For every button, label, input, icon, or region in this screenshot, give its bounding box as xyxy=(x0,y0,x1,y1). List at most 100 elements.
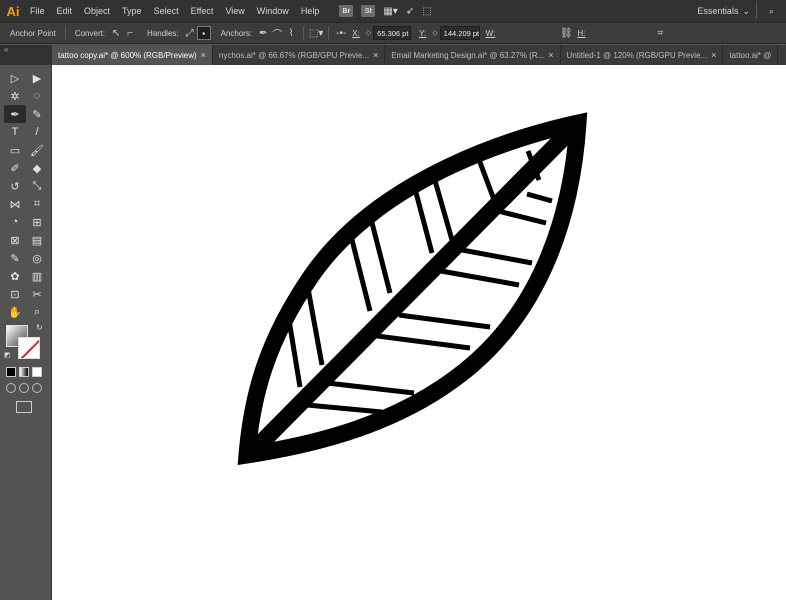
menu-file[interactable]: File xyxy=(24,0,51,22)
free-transform-icon[interactable]: ⌗ xyxy=(26,195,48,213)
leaf-artwork[interactable] xyxy=(52,65,786,600)
pen-icon[interactable]: ✒ xyxy=(4,105,26,123)
convert-corner-icon[interactable]: ↖ xyxy=(109,26,123,40)
x-spinner-icon[interactable]: ◇ xyxy=(364,29,373,37)
rectangle-icon[interactable]: ▭ xyxy=(4,141,26,159)
tab-tattoo-copy[interactable]: tattoo copy.ai* @ 600% (RGB/Preview) × xyxy=(52,45,213,65)
curvature-icon[interactable]: ✎ xyxy=(26,105,48,123)
leaf-vein xyxy=(475,156,499,206)
magic-wand-icon[interactable]: ✲ xyxy=(4,87,26,105)
scale-icon[interactable]: ⤡ xyxy=(26,177,48,195)
none-icon[interactable] xyxy=(32,367,42,377)
search-icon[interactable]: ⌕ xyxy=(756,3,786,19)
close-icon[interactable]: × xyxy=(711,50,716,60)
h-field[interactable] xyxy=(589,26,650,40)
lasso-icon[interactable]: ◌ xyxy=(26,87,48,105)
leaf-vein xyxy=(461,247,533,266)
close-icon[interactable]: × xyxy=(548,50,553,60)
menu-edit[interactable]: Edit xyxy=(51,0,79,22)
blend-icon[interactable]: ◎ xyxy=(26,249,48,267)
convert-smooth-icon[interactable]: ⌐ xyxy=(123,26,137,40)
remove-anchor-icon[interactable]: ✒ xyxy=(256,26,270,40)
draw-normal-icon[interactable] xyxy=(6,383,16,393)
tab-untitled-1[interactable]: Untitled-1 @ 120% (RGB/GPU Previe... × xyxy=(561,45,724,65)
menu-bar: Ai File Edit Object Type Select Effect V… xyxy=(0,0,786,22)
eraser-icon[interactable]: ◆ xyxy=(26,159,48,177)
workspace-label: Essentials xyxy=(697,6,739,16)
y-field[interactable]: 144.209 pt xyxy=(439,26,480,40)
current-tool-name: Anchor Point xyxy=(10,28,56,38)
menu-select[interactable]: Select xyxy=(148,0,185,22)
divider xyxy=(303,26,305,40)
divider xyxy=(328,26,330,40)
menu-view[interactable]: View xyxy=(219,0,250,22)
slice-icon[interactable]: ✂ xyxy=(26,285,48,303)
anchors-label: Anchors: xyxy=(220,28,253,38)
isolate-icon[interactable]: ⬚▾ xyxy=(309,26,323,40)
draw-modes xyxy=(6,383,42,393)
menu-help[interactable]: Help xyxy=(295,0,326,22)
eyedropper-icon[interactable]: ✎ xyxy=(4,249,26,267)
rotate-icon[interactable]: ↺ xyxy=(4,177,26,195)
color-icon[interactable] xyxy=(6,367,16,377)
leaf-vein xyxy=(306,402,383,415)
tab-label: tattoo copy.ai* @ 600% (RGB/Preview) xyxy=(58,50,197,60)
transform-icon[interactable]: ⌗ xyxy=(653,26,667,40)
cut-path-icon[interactable]: ⌇ xyxy=(284,26,298,40)
stock-icon[interactable]: St xyxy=(361,5,376,17)
mesh-icon[interactable]: ⊠ xyxy=(4,231,26,249)
gradient-mode-icon[interactable] xyxy=(19,367,29,377)
gradient-icon[interactable]: ▤ xyxy=(26,231,48,249)
tab-email-marketing[interactable]: Email Marketing Design.ai* @ 63.27% (R..… xyxy=(385,45,561,65)
leaf-vein xyxy=(286,319,303,388)
swap-fill-stroke-icon[interactable]: ↻ xyxy=(36,323,43,332)
direct-selection-icon[interactable]: ▶ xyxy=(26,69,48,87)
tab-nychos[interactable]: nychos.ai* @ 66.67% (RGB/GPU Previe... × xyxy=(213,45,386,65)
shaper-icon[interactable]: ✐ xyxy=(4,159,26,177)
artboard-canvas[interactable] xyxy=(52,65,786,600)
y-spinner-icon[interactable]: ◇ xyxy=(430,29,439,37)
menu-type[interactable]: Type xyxy=(116,0,148,22)
leaf-vein xyxy=(440,268,520,288)
selection-icon[interactable]: ▷ xyxy=(4,69,26,87)
width-icon[interactable]: ⋈ xyxy=(4,195,26,213)
type-icon[interactable]: T xyxy=(4,123,26,141)
show-handles-icon[interactable]: ⤢ xyxy=(183,26,197,40)
menu-effect[interactable]: Effect xyxy=(185,0,220,22)
artboard-icon[interactable]: ⊡ xyxy=(4,285,26,303)
workspace-switcher[interactable]: Essentials ⌄ xyxy=(697,0,750,22)
send-icon[interactable]: ➶ xyxy=(406,6,414,17)
draw-behind-icon[interactable] xyxy=(19,383,29,393)
hide-handles-icon[interactable]: ▪ xyxy=(196,26,211,40)
connect-anchor-icon[interactable]: ⌒ xyxy=(270,26,284,41)
hand-icon[interactable]: ✋ xyxy=(4,303,26,321)
stroke-swatch[interactable] xyxy=(18,337,40,359)
constrain-proportions-icon[interactable]: ⛓ xyxy=(559,26,573,40)
screen-mode-icon[interactable] xyxy=(16,401,32,413)
close-icon[interactable]: × xyxy=(201,50,206,60)
convert-label: Convert: xyxy=(74,28,106,38)
perspective-grid-icon[interactable]: ⊞ xyxy=(26,213,48,231)
paintbrush-icon[interactable]: 🖌 xyxy=(26,141,48,159)
bridge-icon[interactable]: Br xyxy=(339,5,354,17)
menu-object[interactable]: Object xyxy=(78,0,116,22)
close-icon[interactable]: × xyxy=(373,50,378,60)
leaf-vein xyxy=(398,312,491,330)
reference-point-icon[interactable]: -•- xyxy=(334,26,348,40)
panel-collapse-icon[interactable]: « xyxy=(0,45,52,65)
arrange-documents-icon[interactable]: ▦▾ xyxy=(383,6,397,17)
tab-tattoo[interactable]: tattoo.ai* @ xyxy=(723,45,779,65)
brush-icon[interactable]: ⬚ xyxy=(422,6,431,17)
symbol-sprayer-icon[interactable]: ✿ xyxy=(4,267,26,285)
zoom-icon[interactable]: ⌕ xyxy=(26,303,48,321)
default-fill-stroke-icon[interactable]: ◩ xyxy=(4,351,11,359)
column-graph-icon[interactable]: ▥ xyxy=(26,267,48,285)
w-field[interactable] xyxy=(499,26,560,40)
leaf-vein xyxy=(326,380,415,396)
shape-builder-icon[interactable]: ◔ xyxy=(4,213,26,231)
line-segment-icon[interactable]: / xyxy=(26,123,48,141)
draw-inside-icon[interactable] xyxy=(32,383,42,393)
menu-window[interactable]: Window xyxy=(251,0,295,22)
x-field[interactable]: 65.306 pt xyxy=(373,26,412,40)
tab-label: Untitled-1 @ 120% (RGB/GPU Previe... xyxy=(566,50,708,60)
